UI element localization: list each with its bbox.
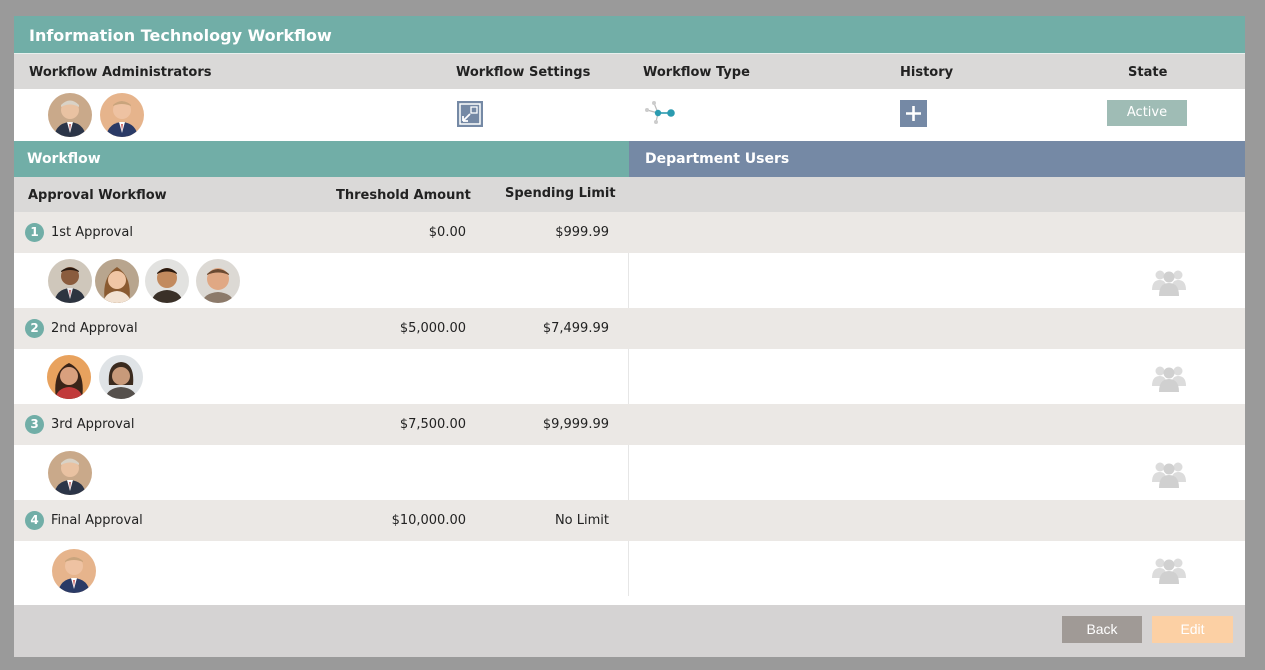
- threshold-amount: $5,000.00: [399, 321, 466, 336]
- approval-step-row: 1 1st Approval $0.00 $999.99: [14, 212, 1245, 253]
- department-users-title: Department Users: [629, 141, 1245, 177]
- plus-icon[interactable]: [900, 100, 927, 131]
- step-name: 3rd Approval: [51, 417, 135, 432]
- approver-avatars-row: [14, 253, 1245, 308]
- step-number: 4: [25, 511, 44, 530]
- approver-avatar[interactable]: [52, 549, 96, 593]
- step-name: Final Approval: [51, 513, 143, 528]
- approver-avatar[interactable]: [196, 259, 240, 303]
- approver-avatar[interactable]: [145, 259, 189, 303]
- approver-avatar[interactable]: [48, 259, 92, 303]
- step-number: 1: [25, 223, 44, 242]
- threshold-amount: $10,000.00: [391, 513, 466, 528]
- approver-avatars-row: [14, 445, 1245, 500]
- workflow-panel: Information Technology Workflow Workflow…: [14, 16, 1245, 657]
- column-divider: [628, 445, 629, 500]
- step-number: 3: [25, 415, 44, 434]
- approver-avatars-row: [14, 349, 1245, 404]
- approver-avatar[interactable]: [99, 355, 143, 399]
- admin-avatar[interactable]: [48, 93, 92, 137]
- spending-limit: $7,499.99: [542, 321, 609, 336]
- step-name: 1st Approval: [51, 225, 133, 240]
- spending-limit: No Limit: [554, 513, 609, 528]
- type-header: Workflow Type: [643, 65, 750, 80]
- group-icon[interactable]: [1151, 458, 1187, 492]
- expand-icon[interactable]: [457, 101, 483, 131]
- state-badge: Active: [1107, 100, 1187, 126]
- approver-avatar[interactable]: [47, 355, 91, 399]
- threshold-amount: $7,500.00: [399, 417, 466, 432]
- footer-bar: Back Edit: [14, 605, 1245, 657]
- spending-limit: $999.99: [555, 225, 609, 240]
- network-icon: [644, 100, 678, 128]
- back-button[interactable]: Back: [1062, 616, 1142, 643]
- column-divider: [628, 253, 629, 308]
- approver-avatars-row: [14, 541, 1245, 596]
- step-name: 2nd Approval: [51, 321, 138, 336]
- threshold-amount-header: Threshold Amount: [336, 188, 471, 203]
- column-divider: [628, 541, 629, 596]
- step-number: 2: [25, 319, 44, 338]
- column-divider: [628, 349, 629, 404]
- approval-step-row: 4 Final Approval $10,000.00 No Limit: [14, 500, 1245, 541]
- workflow-info-row: Active: [14, 89, 1245, 141]
- group-icon[interactable]: [1151, 554, 1187, 588]
- threshold-amount: $0.00: [428, 225, 466, 240]
- workflow-header-row: Workflow Administrators Workflow Setting…: [14, 54, 1245, 89]
- history-header: History: [900, 65, 954, 80]
- state-header: State: [1128, 65, 1168, 80]
- spending-limit: $9,999.99: [542, 417, 609, 432]
- approval-workflow-header: Approval Workflow: [28, 188, 167, 203]
- settings-header: Workflow Settings: [456, 65, 591, 80]
- column-headers: Approval Workflow Threshold Amount Spend…: [14, 177, 1245, 212]
- page-title: Information Technology Workflow: [14, 16, 1245, 54]
- edit-button[interactable]: Edit: [1152, 616, 1233, 643]
- approval-step-row: 3 3rd Approval $7,500.00 $9,999.99: [14, 404, 1245, 445]
- spending-limit-header: Spending Limit: [505, 186, 616, 201]
- group-icon[interactable]: [1151, 362, 1187, 396]
- group-icon[interactable]: [1151, 266, 1187, 300]
- workflow-section-title: Workflow: [14, 141, 629, 177]
- approver-avatar[interactable]: [48, 451, 92, 495]
- admin-avatar[interactable]: [100, 93, 144, 137]
- section-bars: Workflow Department Users: [14, 141, 1245, 177]
- approver-avatar[interactable]: [95, 259, 139, 303]
- approval-step-row: 2 2nd Approval $5,000.00 $7,499.99: [14, 308, 1245, 349]
- administrators-header: Workflow Administrators: [29, 65, 212, 80]
